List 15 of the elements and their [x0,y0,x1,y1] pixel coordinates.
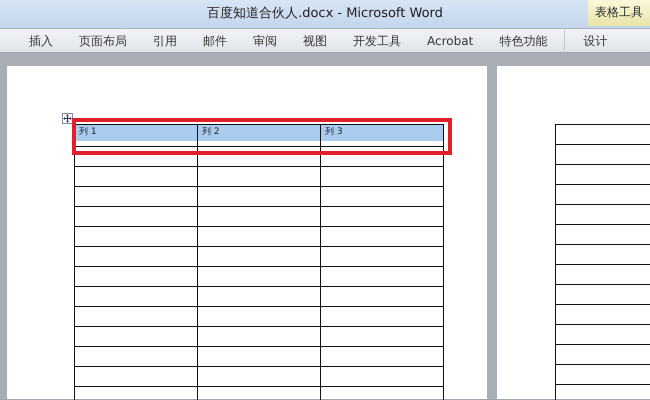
ribbon-tab[interactable]: 页面布局 [66,29,140,53]
column-header: 列 3 [321,125,443,141]
contextual-tab-label: 表格工具 [588,0,650,26]
ribbon-tab[interactable]: 引用 [140,29,190,53]
ribbon-tab[interactable]: 视图 [290,29,340,53]
table-move-handle-icon[interactable] [62,113,73,124]
column-header: 列 2 [198,125,320,141]
ribbon-tab[interactable]: Acrobat [414,29,486,53]
window-title: 百度知道合伙人.docx - Microsoft Word [207,6,443,21]
ribbon-tab[interactable]: 插入 [16,29,66,53]
column-header: 列 1 [75,125,197,141]
ribbon-tab[interactable]: 特色功能 [486,29,560,53]
ribbon-tab[interactable]: 开发工具 [340,29,414,53]
ribbon-tab[interactable]: 审阅 [240,29,290,53]
ribbon-tab[interactable]: 邮件 [190,29,240,53]
